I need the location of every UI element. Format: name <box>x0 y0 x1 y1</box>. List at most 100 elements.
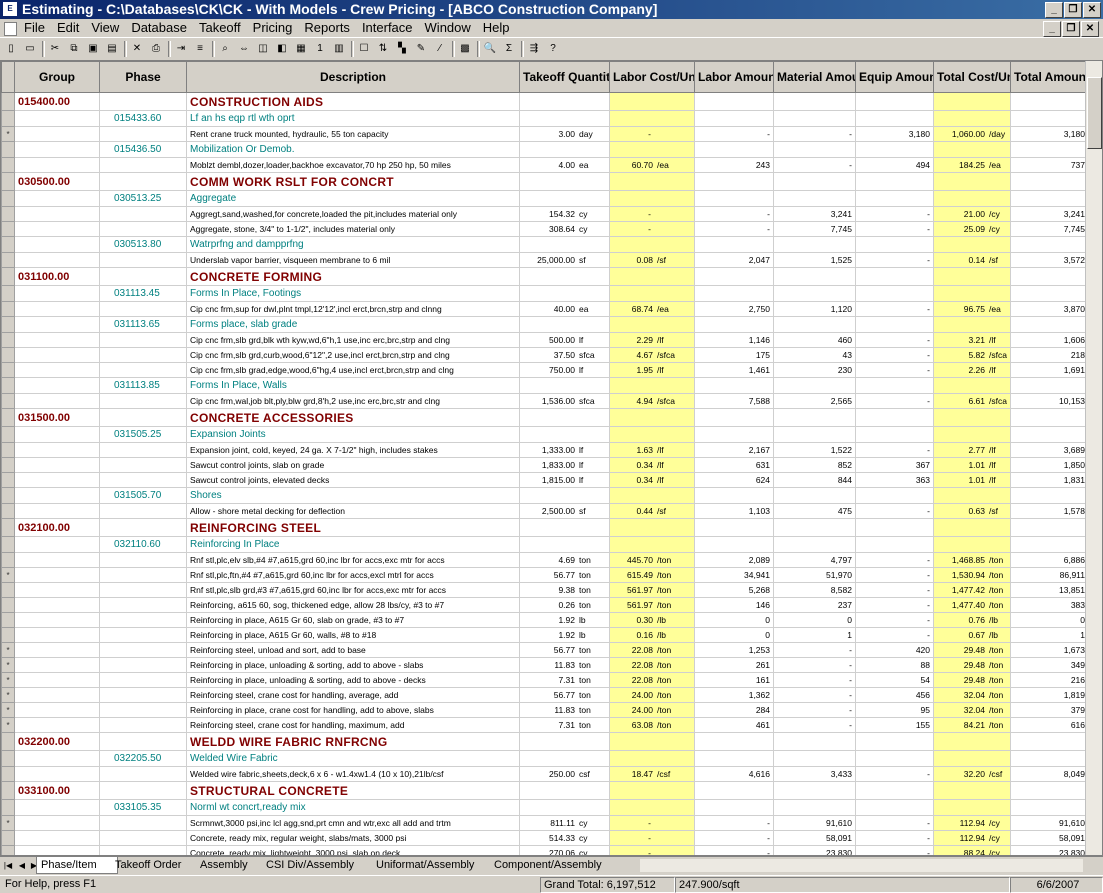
labor-amount-cell[interactable]: 1,362 <box>694 687 774 703</box>
total-amount-cell[interactable]: 3,870 <box>1010 301 1089 317</box>
item-row[interactable]: * Rnf stl,plc,ftn,#4 #7,a615,grd 60,inc l… <box>1 567 1089 583</box>
material-amount-cell[interactable]: 91,610 <box>773 815 856 831</box>
tab-assembly[interactable]: Assembly <box>196 857 267 873</box>
labor-amount-cell[interactable]: 261 <box>694 657 774 673</box>
sum-icon[interactable]: Σ <box>501 41 517 57</box>
item-description[interactable]: Rnf stl,plc,slb grd,#3 #7,a615,grd 60,in… <box>186 582 520 598</box>
material-amount-cell[interactable]: - <box>773 657 856 673</box>
takeoff-quantity-cell[interactable]: 270.06 cy <box>519 845 610 855</box>
item-row[interactable]: Cip cnc frm,wal,job blt,ply,blw grd,8'h,… <box>1 393 1089 409</box>
total-amount-cell[interactable]: 13,851 <box>1010 582 1089 598</box>
menu-takeoff[interactable]: Takeoff <box>199 20 241 35</box>
row-selector[interactable] <box>1 190 15 207</box>
material-amount-cell[interactable]: 475 <box>773 503 856 519</box>
material-amount-cell[interactable]: - <box>773 717 856 733</box>
row-selector[interactable] <box>1 830 15 846</box>
row-selector[interactable] <box>1 627 15 643</box>
col-header-description[interactable]: Description <box>186 61 520 93</box>
labor-cost-unit-cell[interactable]: 22.08/ton <box>609 657 695 673</box>
equip-amount-cell[interactable]: 54 <box>855 672 934 688</box>
row-selector[interactable] <box>1 732 15 751</box>
total-amount-cell[interactable]: 737 <box>1010 157 1089 173</box>
row-selector[interactable] <box>1 518 15 537</box>
crew-icon[interactable]: ☐ <box>356 41 372 57</box>
equip-amount-cell[interactable]: 367 <box>855 457 934 473</box>
vertical-scrollbar[interactable] <box>1085 61 1102 855</box>
labor-cost-unit-cell[interactable]: 561.97/ton <box>609 582 695 598</box>
total-amount-cell[interactable]: 8,049 <box>1010 766 1089 782</box>
labor-amount-cell[interactable]: 2,089 <box>694 552 774 568</box>
tab-csi-div-assembly[interactable]: CSI Div/Assembly <box>262 857 377 873</box>
total-cost-unit-cell[interactable]: 29.48/ton <box>933 672 1011 688</box>
takeoff-quantity-cell[interactable]: 154.32 cy <box>519 206 610 222</box>
tab-component-assembly[interactable]: Component/Assembly <box>490 857 628 873</box>
takeoff-quantity-cell[interactable]: 56.77 ton <box>519 642 610 658</box>
equip-amount-cell[interactable]: - <box>855 362 934 378</box>
row-selector[interactable]: * <box>1 717 15 733</box>
labor-amount-cell[interactable]: 243 <box>694 157 774 173</box>
total-cost-unit-cell[interactable]: 0.63/sf <box>933 503 1011 519</box>
total-cost-unit-cell[interactable]: 32.20/csf <box>933 766 1011 782</box>
row-selector[interactable] <box>1 487 15 504</box>
material-amount-cell[interactable]: - <box>773 126 856 142</box>
labor-amount-cell[interactable]: 0 <box>694 612 774 628</box>
equip-amount-cell[interactable]: - <box>855 552 934 568</box>
row-selector[interactable] <box>1 393 15 409</box>
takeoff-quantity-cell[interactable]: 514.33 cy <box>519 830 610 846</box>
labor-cost-unit-cell[interactable]: 4.67/sfca <box>609 347 695 363</box>
total-cost-unit-cell[interactable]: 32.04/ton <box>933 687 1011 703</box>
item-row[interactable]: Reinforcing in place, A615 Gr 60, walls,… <box>1 627 1089 643</box>
labor-cost-unit-cell[interactable]: 1.63/lf <box>609 442 695 458</box>
labor-cost-unit-cell[interactable]: 22.08/ton <box>609 672 695 688</box>
item-row[interactable]: Sawcut control joints, slab on grade 1,83… <box>1 457 1089 473</box>
total-amount-cell[interactable]: 3,241 <box>1010 206 1089 222</box>
labor-cost-unit-cell[interactable]: - <box>609 830 695 846</box>
copy-icon[interactable]: ⧉ <box>66 41 82 57</box>
labor-cost-unit-cell[interactable]: 60.70/ea <box>609 157 695 173</box>
row-selector[interactable] <box>1 172 15 191</box>
total-amount-cell[interactable]: 3,572 <box>1010 252 1089 268</box>
menu-pricing[interactable]: Pricing <box>253 20 293 35</box>
total-amount-cell[interactable]: 6,886 <box>1010 552 1089 568</box>
labor-cost-unit-cell[interactable]: 24.00/ton <box>609 687 695 703</box>
row-selector[interactable] <box>1 799 15 816</box>
labor-cost-unit-cell[interactable]: - <box>609 126 695 142</box>
total-cost-unit-cell[interactable]: 88.24/cy <box>933 845 1011 855</box>
item-description[interactable]: Allow - shore metal decking for deflecti… <box>186 503 520 519</box>
labor-amount-cell[interactable]: - <box>694 126 774 142</box>
item-row[interactable]: * Reinforcing in place, unloading & sorti… <box>1 657 1089 673</box>
material-amount-cell[interactable]: - <box>773 702 856 718</box>
total-cost-unit-cell[interactable]: 5.82/sfca <box>933 347 1011 363</box>
item-row[interactable]: Sawcut control joints, elevated decks 1,8… <box>1 472 1089 488</box>
material-amount-cell[interactable]: 2,565 <box>773 393 856 409</box>
row-selector[interactable] <box>1 426 15 443</box>
labor-amount-cell[interactable]: 4,616 <box>694 766 774 782</box>
labor-cost-unit-cell[interactable]: 22.08/ton <box>609 642 695 658</box>
one-icon[interactable]: 1 <box>312 41 328 57</box>
takeoff-quantity-cell[interactable]: 7.31 ton <box>519 672 610 688</box>
col-header-equip-amount[interactable]: Equip Amount <box>855 61 934 93</box>
estimate-grid[interactable]: Group Phase Description Takeoff Quantity Lab… <box>0 60 1103 856</box>
item-description[interactable]: Aggregate, stone, 3/4" to 1-1/2", includ… <box>186 221 520 237</box>
material-amount-cell[interactable]: - <box>773 157 856 173</box>
total-amount-cell[interactable]: 1,578 <box>1010 503 1089 519</box>
takeoff-quantity-cell[interactable]: 25,000.00 sf <box>519 252 610 268</box>
item-row[interactable]: * Reinforcing in place, crane cost for ha… <box>1 702 1089 718</box>
row-selector[interactable] <box>1 503 15 519</box>
row-selector[interactable] <box>1 362 15 378</box>
item-row[interactable]: Reinforcing, a615 60, sog, thickened edg… <box>1 597 1089 613</box>
row-selector[interactable] <box>1 377 15 394</box>
equip-amount-cell[interactable]: - <box>855 206 934 222</box>
open-icon[interactable]: ▭ <box>22 41 38 57</box>
item-description[interactable]: Underslab vapor barrier, visqueen membra… <box>186 252 520 268</box>
equip-amount-cell[interactable]: - <box>855 612 934 628</box>
labor-cost-unit-cell[interactable]: - <box>609 845 695 855</box>
material-amount-cell[interactable]: 7,745 <box>773 221 856 237</box>
item-description[interactable]: Expansion joint, cold, keyed, 24 ga. X 7… <box>186 442 520 458</box>
labor-amount-cell[interactable]: 0 <box>694 627 774 643</box>
takeoff-quantity-cell[interactable]: 750.00 lf <box>519 362 610 378</box>
equip-amount-cell[interactable]: - <box>855 503 934 519</box>
item-row[interactable]: Concrete, ready mix, regular weight, sla… <box>1 830 1089 846</box>
total-amount-cell[interactable]: 218 <box>1010 347 1089 363</box>
row-selector[interactable]: * <box>1 687 15 703</box>
